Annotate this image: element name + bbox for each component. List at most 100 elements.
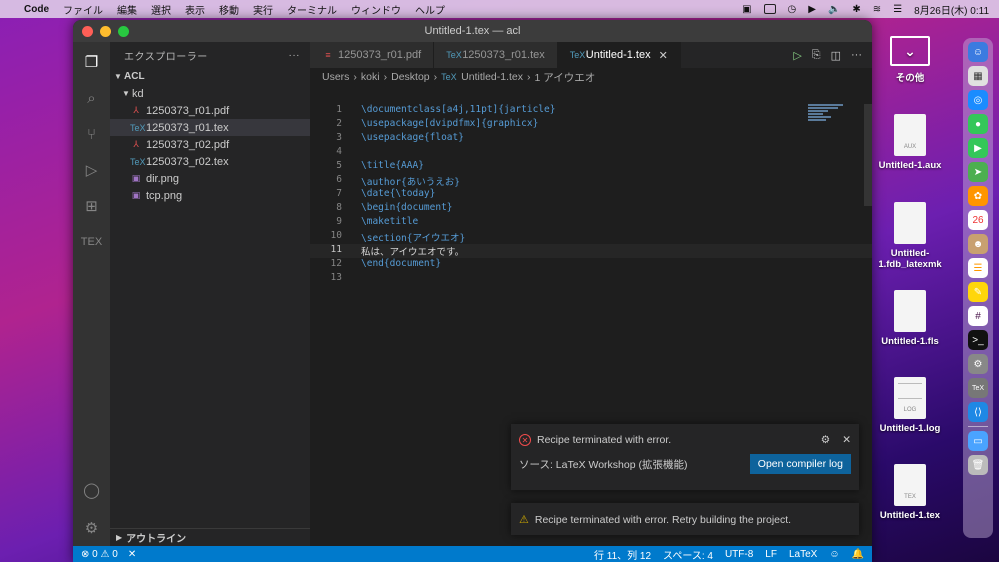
trash-icon[interactable]: 🗑: [968, 455, 988, 475]
calendar-icon[interactable]: 26: [968, 210, 988, 230]
menu-go[interactable]: 移動: [219, 2, 239, 17]
more-actions-icon[interactable]: ···: [851, 49, 862, 61]
code-line[interactable]: \author{あいうえお}: [342, 174, 460, 188]
code-line[interactable]: \usepackage[dvipdfmx]{graphicx}: [342, 118, 538, 132]
extensions-icon[interactable]: ⊞: [80, 194, 104, 218]
problems-indicator[interactable]: ⊗ 0 ⚠ 0: [81, 549, 118, 560]
split-editor-icon[interactable]: ◫: [831, 49, 841, 62]
status-menu-icon[interactable]: ▣: [742, 4, 751, 15]
code-line[interactable]: [342, 146, 361, 160]
end-of-line[interactable]: LF: [765, 549, 777, 560]
run-debug-icon[interactable]: ▷: [80, 158, 104, 182]
tab-tex[interactable]: TeX 1250373_r01.tex: [434, 42, 558, 68]
code-line[interactable]: \end{document}: [342, 258, 441, 272]
build-play-icon[interactable]: ▷: [793, 49, 801, 62]
texshop-icon[interactable]: TeX: [968, 378, 988, 398]
encoding[interactable]: UTF-8: [725, 549, 753, 560]
close-icon[interactable]: ✕: [842, 434, 851, 446]
desktop-file[interactable]: Untitled-1.fdb_latexmk: [868, 202, 952, 270]
preview-icon[interactable]: ⎘: [812, 49, 821, 62]
screen-icon[interactable]: [763, 4, 776, 14]
tree-root-acl[interactable]: ▼ ACL: [110, 68, 310, 85]
play-icon[interactable]: ▶: [808, 4, 816, 15]
tree-file[interactable]: TeX 1250373_r02.tex: [110, 153, 310, 170]
tree-file[interactable]: ▣ tcp.png: [110, 187, 310, 204]
search-icon[interactable]: ⌕: [80, 86, 104, 110]
finder-icon[interactable]: ☺: [968, 42, 988, 62]
code-line[interactable]: 私は、アイウエオです。: [342, 244, 464, 258]
tab-pdf[interactable]: ≡ 1250373_r01.pdf: [310, 42, 435, 68]
code-line[interactable]: \documentclass[a4j,11pt]{jarticle}: [342, 104, 555, 118]
breadcrumb-section[interactable]: 1 アイウエオ: [535, 70, 596, 85]
breadcrumb-koki[interactable]: koki: [361, 71, 380, 83]
clock-icon[interactable]: ◷: [788, 4, 797, 15]
downloads-folder-icon[interactable]: ▭: [968, 431, 988, 451]
desktop-file[interactable]: LOG Untitled-1.log: [868, 377, 952, 434]
maps-icon[interactable]: ➤: [968, 162, 988, 182]
close-icon[interactable]: ✕: [128, 549, 136, 560]
tree-file[interactable]: TeX 1250373_r01.tex: [110, 119, 310, 136]
photos-icon[interactable]: ✿: [968, 186, 988, 206]
outline-section[interactable]: ▶ アウトライン: [110, 528, 310, 546]
menubar-clock[interactable]: 8月26日(木) 0:11: [914, 2, 989, 17]
breadcrumb-users[interactable]: Users: [322, 71, 349, 83]
contacts-icon[interactable]: ☻: [968, 234, 988, 254]
close-icon[interactable]: ✕: [659, 49, 668, 62]
tree-file[interactable]: ▣ dir.png: [110, 170, 310, 187]
gear-icon[interactable]: ⚙: [821, 434, 830, 446]
gear-icon[interactable]: ⚙: [80, 516, 104, 540]
bluetooth-icon[interactable]: ✱: [852, 4, 860, 15]
desktop-file[interactable]: TEX Untitled-1.tex: [868, 464, 952, 521]
cursor-position[interactable]: 行 11、列 12: [594, 547, 651, 562]
reminders-icon[interactable]: ☰: [968, 258, 988, 278]
slack-icon[interactable]: #: [968, 306, 988, 326]
breadcrumb-file[interactable]: Untitled-1.tex: [461, 71, 523, 83]
more-actions-icon[interactable]: ···: [289, 50, 301, 61]
launchpad-icon[interactable]: ▦: [968, 66, 988, 86]
minimap[interactable]: [808, 104, 858, 126]
menu-run[interactable]: 実行: [253, 2, 273, 17]
code-line[interactable]: \title{AAA}: [342, 160, 424, 174]
account-icon[interactable]: ◯: [80, 478, 104, 502]
open-compiler-log-button[interactable]: Open compiler log: [749, 454, 851, 474]
volume-icon[interactable]: 🔈: [828, 4, 840, 15]
messages-icon[interactable]: ●: [968, 114, 988, 134]
notes-icon[interactable]: ✎: [968, 282, 988, 302]
indentation[interactable]: スペース: 4: [663, 547, 713, 562]
source-control-icon[interactable]: ⑂: [80, 122, 104, 146]
menu-app[interactable]: Code: [24, 4, 49, 15]
breadcrumb-desktop[interactable]: Desktop: [391, 71, 430, 83]
tree-file[interactable]: ⅄ 1250373_r02.pdf: [110, 136, 310, 153]
system-preferences-icon[interactable]: ⚙: [968, 354, 988, 374]
terminal-icon[interactable]: >_: [968, 330, 988, 350]
code-line[interactable]: \section{アイウエオ}: [342, 230, 465, 244]
menu-selection[interactable]: 選択: [151, 2, 171, 17]
desktop-tv-item[interactable]: ⌄ その他: [868, 36, 952, 84]
tree-file[interactable]: ⅄ 1250373_r01.pdf: [110, 102, 310, 119]
code-line[interactable]: \usepackage{float}: [342, 132, 464, 146]
desktop-file[interactable]: Untitled-1.fls: [868, 290, 952, 347]
code-editor[interactable]: 1 \documentclass[a4j,11pt]{jarticle} 2 \us…: [310, 104, 872, 286]
vscode-icon[interactable]: ⟨⟩: [968, 402, 988, 422]
code-line[interactable]: \maketitle: [342, 216, 418, 230]
tex-icon[interactable]: TEX: [80, 230, 104, 254]
code-line[interactable]: \begin{document}: [342, 202, 453, 216]
menu-window[interactable]: ウィンドウ: [351, 2, 401, 17]
notification-bell-icon[interactable]: 🔔: [852, 549, 864, 560]
code-line[interactable]: [342, 272, 361, 286]
explorer-icon[interactable]: ❐: [80, 50, 104, 74]
wifi-icon[interactable]: ≋: [873, 4, 881, 15]
menu-edit[interactable]: 編集: [117, 2, 137, 17]
code-line[interactable]: \date{\today}: [342, 188, 435, 202]
menu-file[interactable]: ファイル: [63, 2, 103, 17]
control-center-icon[interactable]: ☰: [893, 4, 902, 15]
safari-icon[interactable]: ◎: [968, 90, 988, 110]
tab-untitled[interactable]: TeX Untitled-1.tex ✕: [557, 42, 681, 68]
language-mode[interactable]: LaTeX: [789, 549, 817, 560]
facetime-icon[interactable]: ▶: [968, 138, 988, 158]
menu-view[interactable]: 表示: [185, 2, 205, 17]
tree-folder-kd[interactable]: ▼ kd: [110, 85, 310, 102]
menu-terminal[interactable]: ターミナル: [287, 2, 337, 17]
feedback-icon[interactable]: ☺: [829, 549, 839, 560]
menu-help[interactable]: ヘルプ: [415, 2, 445, 17]
